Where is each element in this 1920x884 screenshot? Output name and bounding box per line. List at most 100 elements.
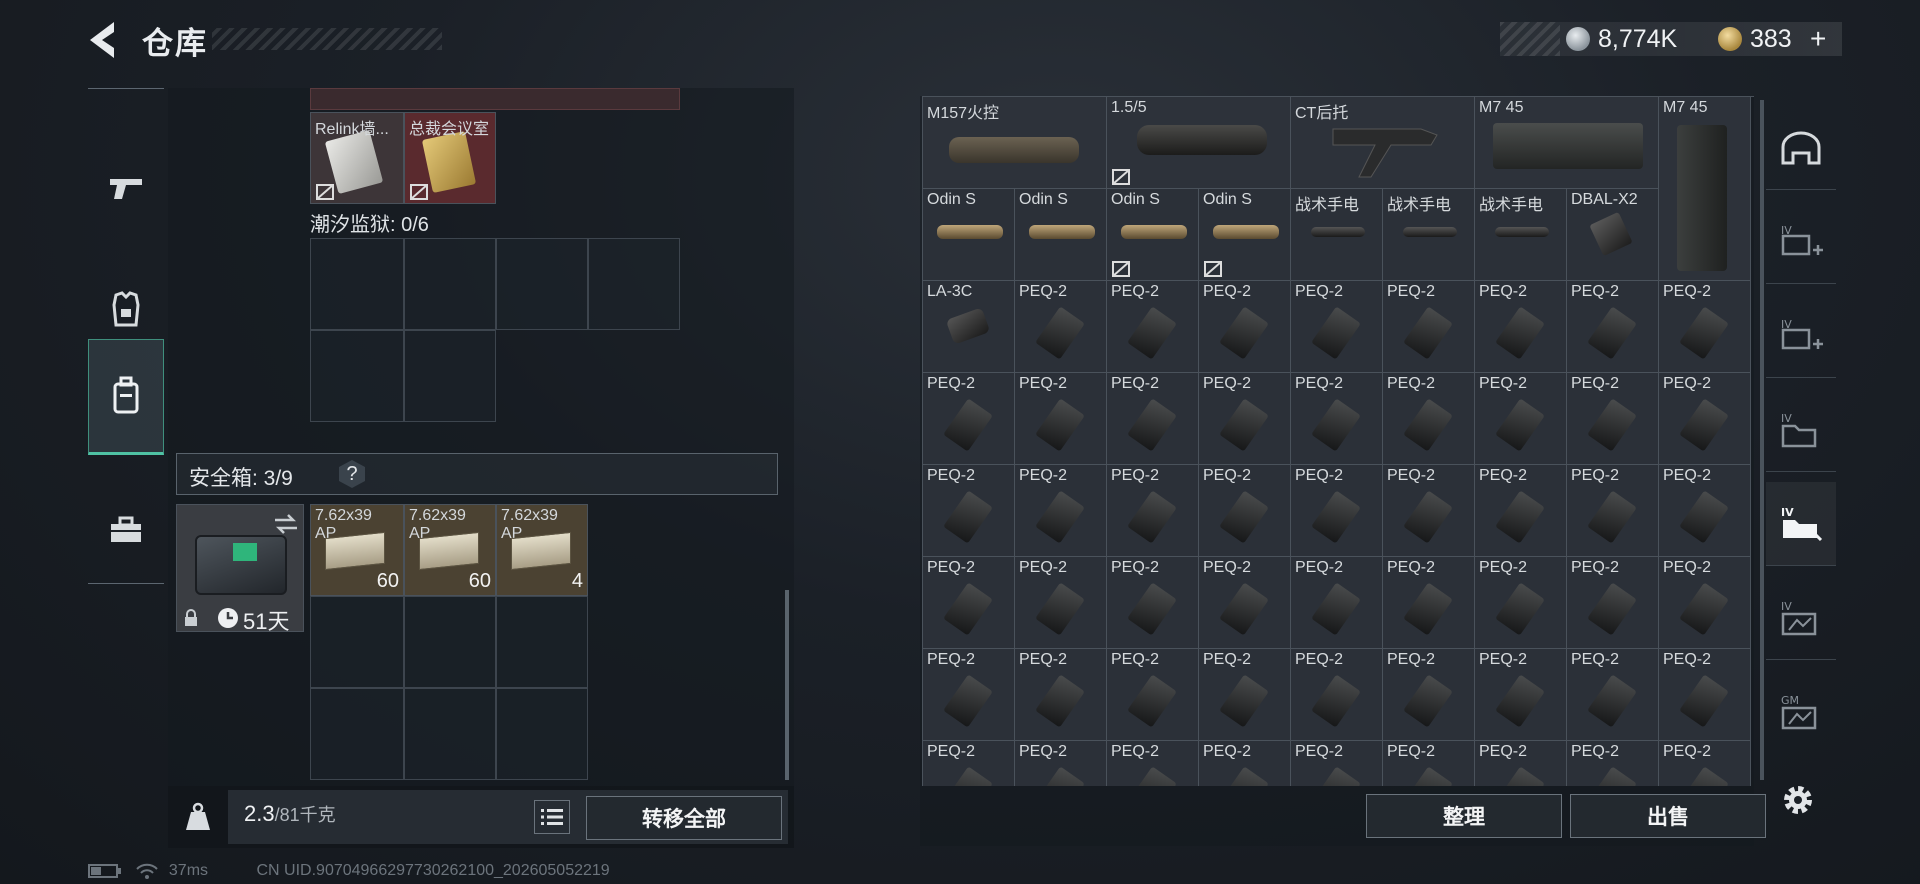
item-peq-2[interactable]: PEQ-2 bbox=[1567, 281, 1659, 373]
key-slot[interactable] bbox=[496, 238, 588, 330]
list-view-button[interactable] bbox=[534, 800, 570, 834]
item-peq-2[interactable]: PEQ-2 bbox=[1567, 649, 1659, 741]
item-peq-2[interactable]: PEQ-2 bbox=[1383, 465, 1475, 557]
rail-weapon[interactable] bbox=[88, 133, 164, 243]
item-peq-2[interactable]: PEQ-2 bbox=[1291, 741, 1383, 786]
item-odin-s[interactable]: Odin S bbox=[1015, 189, 1107, 281]
safebox-item[interactable]: 51天 bbox=[176, 504, 304, 632]
safebox-slot[interactable] bbox=[404, 596, 496, 688]
item-m7-45-b[interactable]: M7 45 bbox=[1659, 97, 1751, 281]
item-m7-45-a[interactable]: M7 45 bbox=[1475, 97, 1659, 189]
key-item-relink[interactable]: Relink墙... bbox=[310, 112, 404, 204]
sell-button[interactable]: 出售 bbox=[1570, 794, 1766, 838]
item-odin-s[interactable]: Odin S bbox=[923, 189, 1015, 281]
item-peq-2[interactable]: PEQ-2 bbox=[1107, 649, 1199, 741]
item-peq-2[interactable]: PEQ-2 bbox=[1475, 281, 1567, 373]
item-peq-2[interactable]: PEQ-2 bbox=[1015, 373, 1107, 465]
item-peq-2[interactable]: PEQ-2 bbox=[1199, 373, 1291, 465]
item-peq-2[interactable]: PEQ-2 bbox=[1015, 281, 1107, 373]
item-peq-2[interactable]: PEQ-2 bbox=[1199, 649, 1291, 741]
item-peq-2[interactable]: PEQ-2 bbox=[1475, 373, 1567, 465]
item-peq-2[interactable]: PEQ-2 bbox=[923, 373, 1015, 465]
item-peq-2[interactable]: PEQ-2 bbox=[1199, 465, 1291, 557]
item-peq-2[interactable]: PEQ-2 bbox=[923, 649, 1015, 741]
item-la-3c[interactable]: LA-3C bbox=[923, 281, 1015, 373]
item-tactical-flashlight[interactable]: 战术手电 bbox=[1291, 189, 1383, 281]
item-peq-2[interactable]: PEQ-2 bbox=[1659, 465, 1751, 557]
item-peq-2[interactable]: PEQ-2 bbox=[923, 741, 1015, 786]
item-peq-2[interactable]: PEQ-2 bbox=[1383, 741, 1475, 786]
key-slot[interactable] bbox=[404, 330, 496, 422]
rail-tools[interactable] bbox=[88, 475, 164, 585]
safebox-slot[interactable] bbox=[310, 596, 404, 688]
ammo-item[interactable]: 7.62x39 AP 60 bbox=[404, 504, 496, 596]
item-odin-s[interactable]: Odin S bbox=[1107, 189, 1199, 281]
item-peq-2[interactable]: PEQ-2 bbox=[1015, 465, 1107, 557]
key-item-ceo-room[interactable]: 总裁会议室 bbox=[404, 112, 496, 204]
item-peq-2[interactable]: PEQ-2 bbox=[1567, 741, 1659, 786]
item-peq-2[interactable]: PEQ-2 bbox=[1291, 649, 1383, 741]
item-peq-2[interactable]: PEQ-2 bbox=[1383, 557, 1475, 649]
sort-button[interactable]: 整理 bbox=[1366, 794, 1562, 838]
item-peq-2[interactable]: PEQ-2 bbox=[1659, 649, 1751, 741]
item-peq-2[interactable]: PEQ-2 bbox=[1015, 741, 1107, 786]
safebox-slot[interactable] bbox=[404, 688, 496, 780]
item-peq-2[interactable]: PEQ-2 bbox=[1659, 281, 1751, 373]
item-peq-2[interactable]: PEQ-2 bbox=[1383, 281, 1475, 373]
tab-storage-3[interactable]: IV bbox=[1766, 388, 1836, 472]
item-peq-2[interactable]: PEQ-2 bbox=[1199, 741, 1291, 786]
ammo-item[interactable]: 7.62x39 AP 60 bbox=[310, 504, 404, 596]
item-ct-stock[interactable]: CT后托 bbox=[1291, 97, 1475, 189]
item-peq-2[interactable]: PEQ-2 bbox=[1015, 557, 1107, 649]
safebox-slot[interactable] bbox=[310, 688, 404, 780]
tab-shelter[interactable] bbox=[1766, 106, 1836, 190]
item-peq-2[interactable]: PEQ-2 bbox=[1015, 649, 1107, 741]
safebox-slot[interactable] bbox=[496, 596, 588, 688]
item-peq-2[interactable]: PEQ-2 bbox=[1567, 557, 1659, 649]
settings-button[interactable] bbox=[1778, 780, 1818, 820]
item-peq-2[interactable]: PEQ-2 bbox=[1567, 465, 1659, 557]
item-peq-2[interactable]: PEQ-2 bbox=[1383, 649, 1475, 741]
item-peq-2[interactable]: PEQ-2 bbox=[1291, 373, 1383, 465]
item-peq-2[interactable]: PEQ-2 bbox=[1291, 557, 1383, 649]
key-slot[interactable] bbox=[310, 330, 404, 422]
left-scrollbar[interactable] bbox=[785, 590, 789, 780]
item-peq-2[interactable]: PEQ-2 bbox=[1475, 465, 1567, 557]
item-peq-2[interactable]: PEQ-2 bbox=[1107, 741, 1199, 786]
tab-storage-2[interactable]: IV bbox=[1766, 294, 1836, 378]
add-currency-button[interactable]: + bbox=[1810, 23, 1826, 55]
key-slot[interactable] bbox=[310, 238, 404, 330]
item-peq-2[interactable]: PEQ-2 bbox=[1107, 281, 1199, 373]
item-tactical-flashlight[interactable]: 战术手电 bbox=[1475, 189, 1567, 281]
item-peq-2[interactable]: PEQ-2 bbox=[1659, 741, 1751, 786]
item-peq-2[interactable]: PEQ-2 bbox=[1659, 373, 1751, 465]
item-peq-2[interactable]: PEQ-2 bbox=[1291, 465, 1383, 557]
tab-storage-4[interactable]: IV bbox=[1766, 482, 1836, 566]
swap-icon[interactable] bbox=[273, 513, 299, 535]
item-peq-2[interactable]: PEQ-2 bbox=[1475, 649, 1567, 741]
item-tactical-flashlight[interactable]: 战术手电 bbox=[1383, 189, 1475, 281]
item-peq-2[interactable]: PEQ-2 bbox=[1567, 373, 1659, 465]
item-peq-2[interactable]: PEQ-2 bbox=[923, 557, 1015, 649]
key-slot[interactable] bbox=[588, 238, 680, 330]
item-peq-2[interactable]: PEQ-2 bbox=[1475, 557, 1567, 649]
transfer-all-button[interactable]: 转移全部 bbox=[586, 796, 782, 840]
item-peq-2[interactable]: PEQ-2 bbox=[1107, 557, 1199, 649]
item-scope-1.5-5[interactable]: 1.5/5 bbox=[1107, 97, 1291, 189]
item-peq-2[interactable]: PEQ-2 bbox=[1475, 741, 1567, 786]
item-peq-2[interactable]: PEQ-2 bbox=[1199, 281, 1291, 373]
tab-storage-5[interactable]: IV bbox=[1766, 576, 1836, 660]
item-peq-2[interactable]: PEQ-2 bbox=[1199, 557, 1291, 649]
safebox-slot[interactable] bbox=[496, 688, 588, 780]
tab-storage-1[interactable]: IV bbox=[1766, 200, 1836, 284]
item-fire-control[interactable]: M157火控 bbox=[923, 97, 1107, 189]
item-odin-s[interactable]: Odin S bbox=[1199, 189, 1291, 281]
item-peq-2[interactable]: PEQ-2 bbox=[1291, 281, 1383, 373]
help-icon[interactable]: ? bbox=[339, 460, 365, 488]
item-peq-2[interactable]: PEQ-2 bbox=[1107, 373, 1199, 465]
item-peq-2[interactable]: PEQ-2 bbox=[1107, 465, 1199, 557]
item-peq-2[interactable]: PEQ-2 bbox=[1383, 373, 1475, 465]
item-peq-2[interactable]: PEQ-2 bbox=[923, 465, 1015, 557]
tab-storage-6[interactable]: GM bbox=[1766, 670, 1836, 754]
back-button[interactable] bbox=[84, 18, 124, 62]
